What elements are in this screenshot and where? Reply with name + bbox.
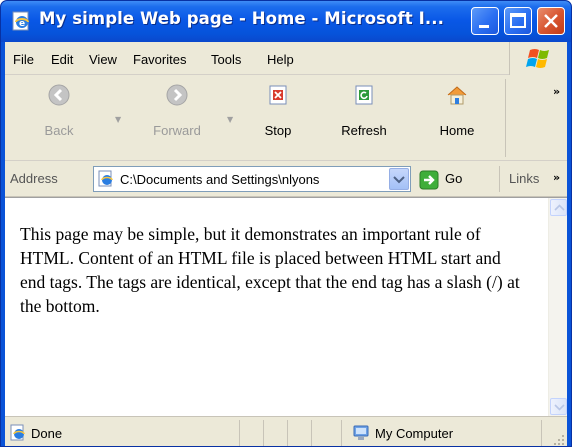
stop-label: Stop (264, 123, 292, 138)
status-divider (263, 420, 264, 446)
links-separator (499, 166, 500, 192)
home-icon (447, 86, 467, 105)
status-bar: Done My Computer (5, 416, 567, 446)
stop-button[interactable]: Stop (255, 81, 301, 147)
scroll-down-button[interactable] (550, 398, 567, 415)
go-button[interactable]: Go (445, 171, 462, 186)
address-bar: Address C:\Documents and Settings\nlyons… (5, 161, 567, 197)
my-computer-icon (353, 425, 369, 440)
title-bar[interactable]: e My simple Web page - Home - Microsoft … (1, 1, 571, 42)
menu-view[interactable]: View (89, 52, 117, 67)
status-divider (541, 420, 542, 446)
resize-grip-icon[interactable] (553, 434, 565, 446)
status-text: Done (31, 426, 63, 441)
menu-tools[interactable]: Tools (211, 52, 241, 67)
scroll-up-button[interactable] (550, 199, 567, 216)
page-content: This page may be simple, but it demonstr… (5, 197, 567, 417)
links-button[interactable]: Links (509, 171, 539, 186)
menu-edit[interactable]: Edit (51, 52, 73, 67)
address-dropdown-button[interactable] (389, 168, 409, 190)
home-label: Home (439, 123, 475, 138)
scroll-up-icon (554, 204, 565, 211)
back-dropdown-icon[interactable]: ▼ (115, 115, 121, 124)
svg-text:e: e (19, 19, 25, 29)
menu-help[interactable]: Help (267, 52, 294, 67)
security-zone: My Computer (375, 426, 454, 441)
page-body-text: This page may be simple, but it demonstr… (20, 224, 520, 316)
stop-icon (269, 85, 287, 105)
toolbar-overflow-button[interactable]: » (553, 85, 560, 98)
windows-logo (509, 42, 567, 75)
status-divider (239, 420, 240, 446)
forward-label: Forward (153, 123, 201, 138)
refresh-label: Refresh (341, 123, 387, 138)
vertical-scrollbar[interactable] (548, 198, 567, 417)
address-value: C:\Documents and Settings\nlyons (120, 172, 320, 187)
menu-bar: File Edit View Favorites Tools Help (5, 42, 567, 75)
windows-flag-icon (526, 49, 549, 68)
forward-dropdown-icon[interactable]: ▼ (227, 115, 233, 124)
minimize-icon (479, 25, 489, 28)
toolbar-separator (505, 79, 506, 157)
scroll-down-icon (554, 404, 565, 411)
standard-toolbar: Back ▼ Forward ▼ Stop Refresh Home » (5, 75, 567, 161)
maximize-button[interactable] (504, 7, 532, 35)
browser-window: e My simple Web page - Home - Microsoft … (0, 0, 572, 447)
ie-page-icon (10, 424, 25, 441)
minimize-button[interactable] (471, 7, 499, 35)
refresh-icon (355, 85, 373, 105)
window-title: My simple Web page - Home - Microsoft I.… (39, 9, 444, 28)
address-label: Address (10, 171, 58, 186)
links-overflow-button[interactable]: » (553, 171, 560, 184)
status-divider (341, 420, 342, 446)
back-label: Back (44, 123, 74, 138)
back-arrow-icon (48, 84, 70, 106)
menu-favorites[interactable]: Favorites (133, 52, 186, 67)
back-button[interactable]: Back (33, 81, 85, 147)
forward-arrow-icon (166, 84, 188, 106)
ie-page-icon (98, 170, 113, 187)
home-button[interactable]: Home (431, 81, 483, 147)
maximize-icon (510, 13, 526, 28)
menu-file[interactable]: File (13, 52, 34, 67)
ie-page-icon: e (12, 11, 29, 31)
status-divider (311, 420, 312, 446)
forward-button[interactable]: Forward (139, 81, 215, 147)
address-input[interactable]: C:\Documents and Settings\nlyons (93, 166, 411, 192)
close-icon (544, 14, 558, 28)
chevron-down-icon (393, 176, 405, 184)
refresh-button[interactable]: Refresh (331, 81, 397, 147)
close-button[interactable] (537, 7, 565, 35)
status-divider (287, 420, 288, 446)
go-arrow-icon[interactable] (419, 170, 439, 190)
